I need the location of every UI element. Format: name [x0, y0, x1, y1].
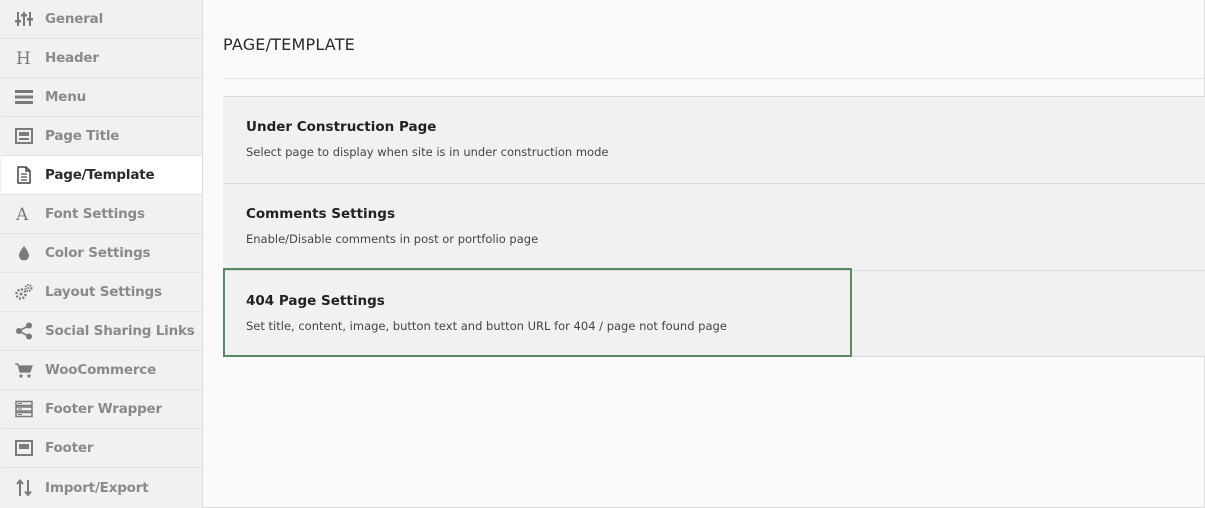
font-a-icon: A — [15, 205, 33, 223]
sidebar-item-label: Page Title — [45, 128, 120, 144]
page-title-icon — [15, 127, 33, 145]
section-description: Set title, content, image, button text a… — [246, 319, 727, 333]
sidebar-item-page-template[interactable]: Page/Template — [1, 156, 202, 195]
sidebar-item-label: General — [45, 11, 103, 27]
share-icon — [15, 322, 33, 340]
gears-icon — [15, 283, 33, 301]
section-under-construction-page[interactable]: Under Construction Page Select page to d… — [223, 96, 1205, 183]
svg-text:A: A — [15, 205, 29, 223]
sidebar-item-label: Page/Template — [45, 167, 155, 183]
main-panel: PAGE/TEMPLATE Under Construction Page Se… — [203, 0, 1205, 508]
sidebar-item-header[interactable]: H Header — [1, 39, 202, 78]
sidebar-item-label: Social Sharing Links — [45, 323, 195, 339]
sidebar-item-label: Footer Wrapper — [45, 401, 162, 417]
section-description: Enable/Disable comments in post or portf… — [246, 232, 539, 246]
section-title: 404 Page Settings — [246, 293, 385, 309]
section-404-page-settings[interactable]: 404 Page Settings Set title, content, im… — [223, 270, 1205, 357]
section-description: Select page to display when site is in u… — [246, 145, 609, 159]
sidebar-item-label: Footer — [45, 440, 94, 456]
sidebar-item-social-sharing-links[interactable]: Social Sharing Links — [1, 312, 202, 351]
sidebar-item-menu[interactable]: Menu — [1, 78, 202, 117]
footer-wrapper-icon — [15, 400, 33, 418]
svg-text:H: H — [16, 49, 31, 67]
page-title: PAGE/TEMPLATE — [223, 35, 355, 54]
sidebar: General H Header Menu Page Title Page/Te… — [0, 0, 203, 508]
sidebar-item-label: Font Settings — [45, 206, 145, 222]
sidebar-item-label: Layout Settings — [45, 284, 162, 300]
sliders-icon — [15, 10, 33, 28]
sidebar-item-import-export[interactable]: Import/Export — [1, 468, 202, 507]
sidebar-item-font-settings[interactable]: A Font Settings — [1, 195, 202, 234]
sidebar-item-label: Color Settings — [45, 245, 151, 261]
sidebar-item-color-settings[interactable]: Color Settings — [1, 234, 202, 273]
section-comments-settings[interactable]: Comments Settings Enable/Disable comment… — [223, 183, 1205, 270]
footer-icon — [15, 439, 33, 457]
sidebar-item-layout-settings[interactable]: Layout Settings — [1, 273, 202, 312]
drop-icon — [15, 244, 33, 262]
document-icon — [15, 166, 33, 184]
divider — [223, 78, 1205, 79]
sidebar-item-label: Header — [45, 50, 99, 66]
cart-icon — [15, 361, 33, 379]
sidebar-item-footer-wrapper[interactable]: Footer Wrapper — [1, 390, 202, 429]
sidebar-item-label: WooCommerce — [45, 362, 157, 378]
section-title: Under Construction Page — [246, 119, 437, 135]
sidebar-item-woocommerce[interactable]: WooCommerce — [1, 351, 202, 390]
import-export-icon — [15, 478, 33, 497]
sidebar-item-label: Import/Export — [45, 479, 149, 496]
sidebar-item-footer[interactable]: Footer — [1, 429, 202, 468]
sidebar-item-label: Menu — [45, 89, 87, 105]
sidebar-item-general[interactable]: General — [1, 0, 202, 39]
section-title: Comments Settings — [246, 206, 395, 222]
header-h-icon: H — [15, 49, 33, 67]
menu-lines-icon — [15, 88, 33, 106]
sidebar-item-page-title[interactable]: Page Title — [1, 117, 202, 156]
